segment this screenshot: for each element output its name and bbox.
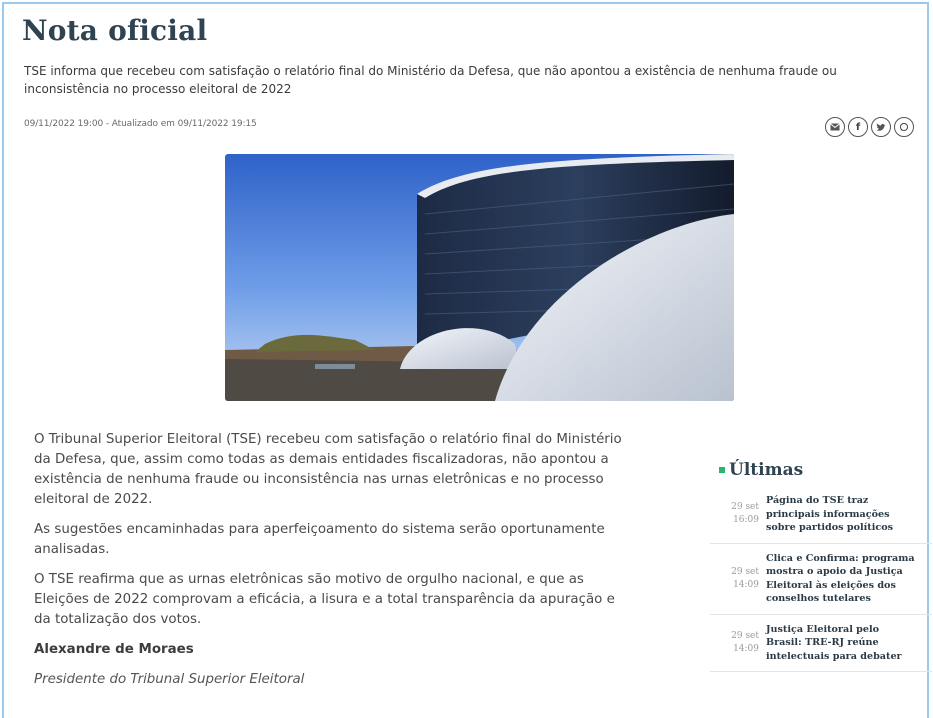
publish-dates: 09/11/2022 19:00 - Atualizado em 09/11/2… (24, 119, 257, 129)
signature-role: Presidente do Tribunal Superior Eleitora… (34, 672, 305, 687)
news-item[interactable]: 29 set 14:09 Justiça Eleitoral pelo Bras… (710, 615, 932, 672)
body-paragraph: O TSE reafirma que as urnas eletrônicas … (34, 572, 615, 627)
news-item[interactable]: 29 set 16:09 Página do TSE traz principa… (710, 486, 932, 544)
news-title-link[interactable]: Clica e Confirma: programa mostra o apoi… (766, 552, 916, 606)
share-bar: f (825, 117, 914, 137)
news-item[interactable]: 29 set 14:09 Clica e Confirma: programa … (710, 544, 932, 615)
news-time: 16:09 (733, 515, 759, 526)
news-time: 14:09 (733, 579, 759, 590)
news-title-link[interactable]: Página do TSE traz principais informaçõe… (766, 494, 916, 535)
sidebar-title: Últimas (729, 460, 804, 480)
news-date: 29 set 16:09 (710, 494, 766, 535)
page-title: Nota oficial (22, 14, 208, 47)
article-subtitle: TSE informa que recebeu com satisfação o… (24, 64, 837, 96)
hero-photo-tse-building (225, 154, 734, 401)
body-paragraph: O Tribunal Superior Eleitoral (TSE) rece… (34, 432, 622, 507)
signature-name: Alexandre de Moraes (34, 642, 194, 657)
facebook-icon[interactable]: f (848, 117, 868, 137)
body-paragraph: As sugestões encaminhadas para aperfeiço… (34, 522, 605, 557)
latest-news-sidebar: Últimas 29 set 16:09 Página do TSE traz … (710, 452, 932, 718)
news-date: 29 set 14:09 (710, 623, 766, 664)
whatsapp-icon[interactable] (894, 117, 914, 137)
green-square-icon (719, 467, 725, 473)
news-time: 14:09 (733, 643, 759, 654)
news-day: 29 set (731, 630, 759, 641)
news-title-link[interactable]: Justiça Eleitoral pelo Brasil: TRE-RJ re… (766, 623, 916, 664)
twitter-icon[interactable] (871, 117, 891, 137)
envelope-icon[interactable] (825, 117, 845, 137)
article-body: O Tribunal Superior Eleitoral (TSE) rece… (34, 430, 624, 700)
news-day: 29 set (731, 566, 759, 577)
news-date: 29 set 14:09 (710, 552, 766, 606)
sidebar-header: Últimas (719, 460, 932, 480)
news-day: 29 set (731, 502, 759, 513)
